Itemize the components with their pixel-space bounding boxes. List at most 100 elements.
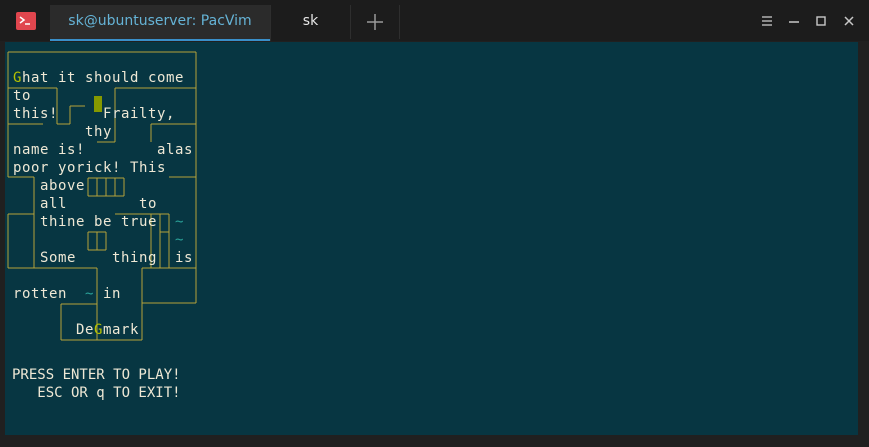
board-char: s: [157, 160, 166, 176]
board-char: m: [103, 322, 112, 338]
maximize-icon[interactable]: [812, 12, 830, 30]
board-char: n: [139, 250, 148, 266]
board-char: s: [184, 250, 193, 266]
tab-sk[interactable]: sk: [270, 5, 350, 41]
board-char: b: [49, 178, 58, 194]
exit-message: ESC OR q TO EXIT!: [12, 385, 181, 401]
board-char: e: [67, 250, 76, 266]
board-row: n a m e i s! a l a s: [13, 141, 211, 159]
press-enter-message: PRESS ENTER TO PLAY!: [12, 367, 181, 383]
board-char: r: [130, 214, 139, 230]
board-char: a: [121, 106, 130, 122]
terminal-window: sk@ubuntuserver: PacVim sk G h a t i t s…: [0, 0, 869, 447]
board-char: i: [58, 142, 67, 158]
board-char: t: [121, 214, 130, 230]
board-char: r: [40, 160, 49, 176]
board-char: h: [121, 250, 130, 266]
board-char: h: [22, 70, 31, 86]
board-char: c: [148, 70, 157, 86]
board-char: y: [103, 124, 112, 140]
terminal-area[interactable]: Gh a t i t s h o u l d c o m e t o t h i s! Fr a i l t y, t h y n a m e i s…: [5, 42, 858, 435]
board-char: a: [40, 196, 49, 212]
menu-icon[interactable]: [758, 12, 776, 30]
board-char: s: [40, 106, 49, 122]
board-char: ,: [166, 106, 175, 122]
board-char: m: [58, 250, 67, 266]
board-char: l: [58, 196, 67, 212]
board-char: p: [13, 160, 22, 176]
board-char: e: [148, 214, 157, 230]
board-row: Somethingis: [13, 249, 211, 267]
board-char: e: [76, 214, 85, 230]
board-char: u: [139, 214, 148, 230]
board-char: l: [139, 106, 148, 122]
board-char: t: [85, 124, 94, 140]
board-char: k: [130, 322, 139, 338]
minimize-icon[interactable]: [785, 12, 803, 30]
board-row: p o o r y o r i c k! Th i s: [13, 159, 211, 177]
board-char: o: [103, 70, 112, 86]
board-char: t: [13, 88, 22, 104]
board-char: i: [85, 160, 94, 176]
board-char: h: [94, 70, 103, 86]
board-char: d: [130, 70, 139, 86]
board-char: t: [67, 70, 76, 86]
board-char: v: [67, 178, 76, 194]
board-char: !: [49, 106, 58, 122]
board-char: r: [112, 106, 121, 122]
board-char: m: [166, 70, 175, 86]
board-char: i: [130, 250, 139, 266]
board-char: i: [31, 106, 40, 122]
board-char: t: [40, 70, 49, 86]
board-row: DeGmark: [13, 321, 211, 339]
board-char: r: [76, 160, 85, 176]
board-char: t: [148, 106, 157, 122]
tilde-obstacle: ~: [85, 286, 94, 302]
board-char: D: [76, 322, 85, 338]
board-char: a: [40, 178, 49, 194]
board-char: g: [148, 250, 157, 266]
title-bar: sk@ubuntuserver: PacVim sk: [0, 0, 869, 41]
board-char: e: [40, 142, 49, 158]
board-char: h: [139, 160, 148, 176]
board-char: h: [94, 124, 103, 140]
board-char: y: [58, 160, 67, 176]
close-icon[interactable]: [840, 12, 858, 30]
board-row: r o t t e n ~ i n: [13, 285, 211, 303]
board-char: l: [166, 142, 175, 158]
plus-icon: [367, 14, 383, 30]
board-char: s: [85, 70, 94, 86]
ghost: G: [94, 322, 103, 338]
board-char: a: [157, 142, 166, 158]
board-char: t: [112, 250, 121, 266]
board-char: t: [139, 196, 148, 212]
board-row: t h i n e b e t r u e ~: [13, 213, 211, 231]
board-char: n: [13, 142, 22, 158]
board-char: a: [175, 142, 184, 158]
board-char: S: [40, 250, 49, 266]
board-char: !: [112, 160, 121, 176]
board-char: o: [22, 286, 31, 302]
board-char: c: [94, 160, 103, 176]
board-char: o: [31, 160, 40, 176]
board-char: t: [31, 286, 40, 302]
board-row: thy: [13, 123, 211, 141]
tab-pacvim[interactable]: sk@ubuntuserver: PacVim: [50, 5, 270, 41]
board-char: n: [58, 286, 67, 302]
board-char: n: [67, 214, 76, 230]
board-char: F: [103, 106, 112, 122]
board-char: i: [130, 106, 139, 122]
board-char: i: [148, 160, 157, 176]
board-char: r: [121, 322, 130, 338]
board-char: k: [103, 160, 112, 176]
board-row: all to: [13, 195, 211, 213]
board-char: y: [157, 106, 166, 122]
board-char: b: [94, 214, 103, 230]
terminal-app-icon: [16, 12, 36, 30]
board-row: above: [13, 177, 211, 195]
board-char: a: [112, 322, 121, 338]
new-tab-button[interactable]: [350, 5, 400, 39]
ghost: G: [13, 70, 22, 86]
board-char: i: [58, 70, 67, 86]
board-row: Ghatitshouldcome: [13, 69, 211, 87]
